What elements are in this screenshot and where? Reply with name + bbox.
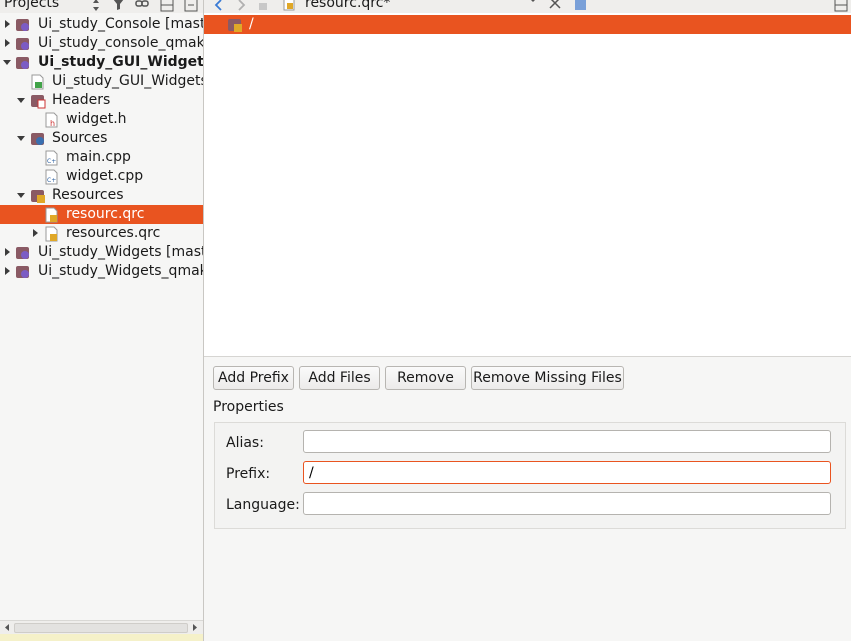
alias-label: Alias: [226, 435, 264, 451]
resource-tree[interactable]: / [204, 13, 851, 356]
tree-item-file[interactable]: C+ main.cpp [0, 148, 203, 167]
properties-title: Properties [213, 399, 284, 415]
prefix-input[interactable] [303, 461, 831, 484]
editor-toolbar: resourc.qrc* [204, 0, 851, 13]
tree-item-headers[interactable]: Headers [0, 91, 203, 110]
resources-folder-icon [31, 190, 45, 203]
projects-pane: Projects Ui_study_Console [maste Ui_stud… [0, 0, 203, 641]
remove-button[interactable]: Remove [385, 366, 466, 390]
projects-title: Projects [4, 0, 60, 11]
remove-missing-files-button[interactable]: Remove Missing Files [471, 366, 624, 390]
collapse-arrow-icon[interactable] [17, 191, 25, 199]
tree-item-project[interactable]: Ui_study_Widgets_qmake [0, 262, 203, 281]
prefix-label: Prefix: [226, 466, 271, 482]
tree-item-project[interactable]: Ui_study_Widgets [mast [0, 243, 203, 262]
header-file-icon: h [45, 112, 58, 128]
split-icon[interactable] [160, 0, 174, 12]
properties-group: Alias: Prefix: Language: [214, 422, 846, 529]
lock-icon [256, 0, 270, 12]
tree-item-label: Resources [52, 187, 124, 203]
close-document-icon[interactable] [548, 0, 562, 12]
projects-toolbar: Projects [0, 0, 203, 13]
tree-item-file[interactable]: resources.qrc [0, 224, 203, 243]
tree-item-label: Ui_study_Console [maste [38, 16, 203, 32]
prefix-label: / [249, 16, 254, 32]
collapse-arrow-icon[interactable] [17, 96, 25, 104]
collapse-arrow-icon[interactable] [3, 58, 11, 66]
scroll-right-icon[interactable] [191, 623, 199, 632]
project-icon [16, 19, 29, 31]
tree-item-label: resources.qrc [66, 225, 161, 241]
link-icon[interactable] [135, 0, 149, 12]
filter-icon[interactable] [112, 0, 126, 12]
prefix-folder-icon [228, 19, 242, 32]
cpp-file-icon: C+ [45, 169, 58, 185]
project-icon [16, 57, 29, 69]
resource-prefix-row-selected[interactable]: / [204, 15, 851, 34]
expand-arrow-icon[interactable] [3, 39, 11, 47]
tree-item-label: Ui_study_console_qmake [38, 35, 203, 51]
add-files-button[interactable]: Add Files [299, 366, 380, 390]
tree-item-project[interactable]: Ui_study_Console [maste [0, 15, 203, 34]
tree-item-label: main.cpp [66, 149, 131, 165]
tree-item-label: Headers [52, 92, 111, 108]
resource-editor-panel: Add Prefix Add Files Remove Remove Missi… [204, 357, 851, 641]
document-icon [282, 0, 296, 12]
tree-item-file-selected[interactable]: resourc.qrc [0, 205, 203, 224]
qrc-file-icon [45, 226, 58, 242]
tree-item-resources[interactable]: Resources [0, 186, 203, 205]
tree-item-file[interactable]: C+ widget.cpp [0, 167, 203, 186]
add-prefix-button[interactable]: Add Prefix [213, 366, 294, 390]
tree-item-project[interactable]: Ui_study_console_qmake [0, 34, 203, 53]
pro-file-icon [31, 74, 44, 90]
svg-text:C+: C+ [47, 177, 56, 184]
tree-item-sources[interactable]: Sources [0, 129, 203, 148]
tree-item-label: Ui_study_Widgets_qmake [38, 263, 203, 279]
expand-arrow-icon[interactable] [3, 20, 11, 28]
project-tree: Ui_study_Console [maste Ui_study_console… [0, 13, 203, 620]
project-icon [16, 38, 29, 50]
tree-item-project[interactable]: Ui_study_GUI_Widgets [0, 53, 203, 72]
headers-folder-icon [31, 95, 46, 109]
expand-arrow-icon[interactable] [31, 229, 39, 237]
alias-input[interactable] [303, 430, 831, 453]
status-strip [0, 634, 203, 641]
back-icon[interactable] [212, 0, 226, 12]
scrollbar-thumb[interactable] [14, 623, 188, 633]
tree-item-label: resourc.qrc [66, 206, 145, 222]
tree-item-label: Ui_study_GUI_Widgets [38, 54, 203, 70]
document-title[interactable]: resourc.qrc* [305, 0, 390, 11]
scroll-left-icon[interactable] [3, 623, 11, 632]
svg-text:C+: C+ [47, 158, 56, 165]
horizontal-scrollbar[interactable] [0, 620, 203, 634]
sort-arrows-icon[interactable] [92, 0, 106, 12]
tree-item-label: Sources [52, 130, 108, 146]
svg-text:h: h [50, 119, 55, 128]
document-dropdown-icon[interactable] [526, 0, 540, 12]
cpp-file-icon: C+ [45, 150, 58, 166]
sources-folder-icon [31, 133, 44, 145]
tree-item-label: Ui_study_GUI_Widgets [52, 73, 203, 89]
tree-item-pro-file[interactable]: Ui_study_GUI_Widgets [0, 72, 203, 91]
forward-icon[interactable] [234, 0, 248, 12]
collapse-arrow-icon[interactable] [17, 134, 25, 142]
bookmark-icon[interactable] [574, 0, 588, 12]
project-icon [16, 266, 29, 278]
expand-arrow-icon[interactable] [3, 267, 11, 275]
tree-item-file[interactable]: h widget.h [0, 110, 203, 129]
tree-item-label: widget.h [66, 111, 127, 127]
project-icon [16, 247, 29, 259]
language-input[interactable] [303, 492, 831, 515]
language-label: Language: [226, 497, 300, 513]
split-editor-icon[interactable] [834, 0, 848, 12]
tree-item-label: widget.cpp [66, 168, 144, 184]
qrc-file-icon [45, 207, 58, 223]
expand-arrow-icon[interactable] [3, 248, 11, 256]
close-pane-icon[interactable] [184, 0, 198, 12]
tree-item-label: Ui_study_Widgets [mast [38, 244, 203, 260]
